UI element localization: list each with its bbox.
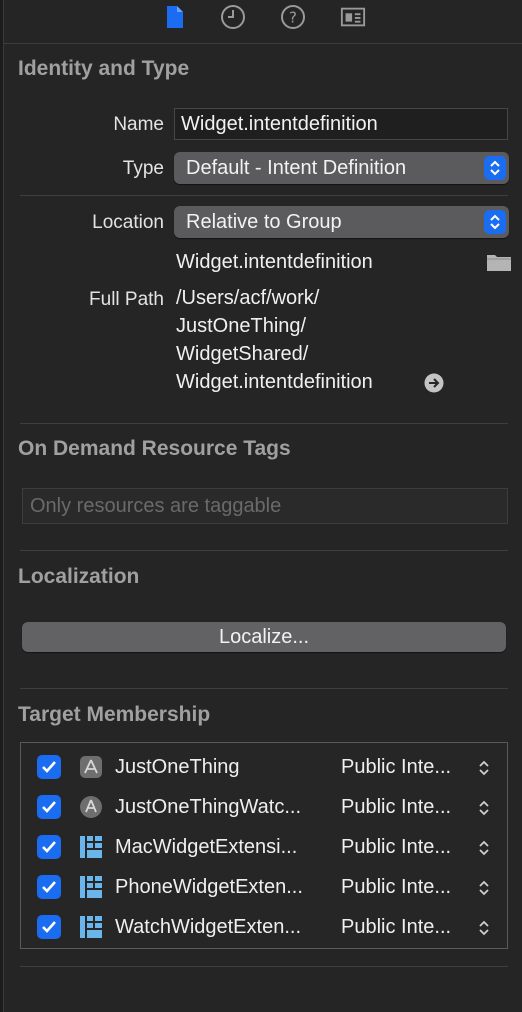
type-popup[interactable]: Default - Intent Definition xyxy=(174,152,509,184)
resource-tags-field: Only resources are taggable xyxy=(22,488,508,524)
target-row: JustOneThingWatc... Public Inte... xyxy=(21,787,507,827)
name-label: Name xyxy=(113,114,164,135)
target-name: JustOneThing xyxy=(115,756,240,778)
location-label: Location xyxy=(92,212,164,233)
chevron-updown-icon[interactable] xyxy=(477,918,491,938)
target-row: MacWidgetExtensi... Public Inte... xyxy=(21,827,507,867)
target-checkbox[interactable] xyxy=(37,755,61,779)
window-edge xyxy=(0,0,4,1012)
on-demand-section-title: On Demand Resource Tags xyxy=(18,437,291,460)
watch-app-icon xyxy=(79,795,103,819)
target-name: WatchWidgetExten... xyxy=(115,916,301,938)
target-membership-table: JustOneThing Public Inte... JustOneThing… xyxy=(20,742,508,949)
target-name: JustOneThingWatc... xyxy=(115,796,301,818)
svg-text:?: ? xyxy=(289,9,297,27)
target-checkbox[interactable] xyxy=(37,835,61,859)
full-path-line: WidgetShared/ xyxy=(176,343,309,365)
full-path-line: Widget.intentdefinition xyxy=(176,371,373,393)
full-path-line: /Users/acf/work/ xyxy=(176,287,320,309)
localize-button[interactable]: Localize... xyxy=(22,622,506,652)
type-label: Type xyxy=(122,158,164,179)
name-field[interactable]: Widget.intentdefinition xyxy=(174,108,508,140)
target-row: PhoneWidgetExten... Public Inte... xyxy=(21,867,507,907)
target-visibility[interactable]: Public Inte... xyxy=(341,756,471,779)
chevron-updown-icon[interactable] xyxy=(477,798,491,818)
history-inspector-icon[interactable] xyxy=(220,4,246,30)
target-membership-section-title: Target Membership xyxy=(18,703,211,726)
folder-icon[interactable] xyxy=(486,252,512,277)
identity-section-title: Identity and Type xyxy=(18,57,190,80)
chevron-updown-icon[interactable] xyxy=(477,758,491,778)
widget-extension-icon xyxy=(79,875,103,899)
target-visibility[interactable]: Public Inte... xyxy=(341,796,471,819)
target-visibility[interactable]: Public Inte... xyxy=(341,876,471,899)
target-name: MacWidgetExtensi... xyxy=(115,836,298,858)
divider xyxy=(20,550,508,551)
location-popup-value: Relative to Group xyxy=(186,211,342,233)
location-popup[interactable]: Relative to Group xyxy=(174,206,509,238)
chevron-updown-icon xyxy=(484,210,506,234)
widget-extension-icon xyxy=(79,915,103,939)
type-popup-value: Default - Intent Definition xyxy=(186,157,407,179)
file-name: Widget.intentdefinition xyxy=(176,251,373,273)
divider xyxy=(20,423,508,424)
target-row: WatchWidgetExten... Public Inte... xyxy=(21,907,507,947)
target-visibility[interactable]: Public Inte... xyxy=(341,916,471,939)
target-row: JustOneThing Public Inte... xyxy=(21,747,507,787)
file-inspector-icon[interactable] xyxy=(162,4,188,30)
full-path-line: JustOneThing/ xyxy=(176,315,307,337)
widget-extension-icon xyxy=(79,835,103,859)
divider xyxy=(20,195,508,196)
target-checkbox[interactable] xyxy=(37,915,61,939)
full-path-label: Full Path xyxy=(89,289,164,310)
target-name: PhoneWidgetExten... xyxy=(115,876,303,898)
reveal-arrow-icon[interactable] xyxy=(424,373,444,398)
target-checkbox[interactable] xyxy=(37,875,61,899)
chevron-updown-icon xyxy=(484,156,506,180)
inspector-toolbar: ? xyxy=(4,0,522,44)
chevron-updown-icon[interactable] xyxy=(477,838,491,858)
divider xyxy=(20,688,508,689)
divider xyxy=(20,966,508,967)
target-checkbox[interactable] xyxy=(37,795,61,819)
localization-section-title: Localization xyxy=(18,565,140,588)
chevron-updown-icon[interactable] xyxy=(477,878,491,898)
target-visibility[interactable]: Public Inte... xyxy=(341,836,471,859)
quick-help-icon[interactable]: ? xyxy=(280,4,306,30)
app-icon xyxy=(79,755,103,779)
identity-inspector-icon[interactable] xyxy=(340,4,366,30)
